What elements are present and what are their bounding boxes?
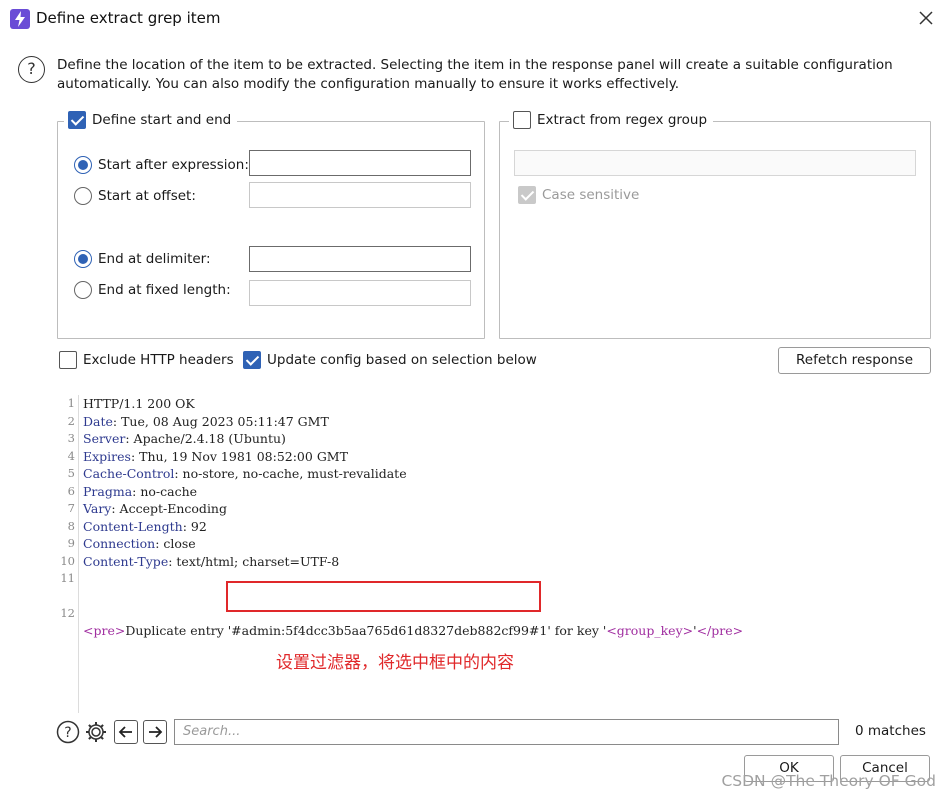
start-after-input[interactable]: [249, 150, 471, 176]
line-code: Connection: close: [83, 535, 196, 553]
refetch-response-button[interactable]: Refetch response: [778, 347, 931, 374]
header-value: : no-store, no-cache, must-revalidate: [174, 466, 407, 481]
pre-close-tag: </pre>: [696, 623, 744, 638]
header-name: Date: [83, 413, 113, 429]
header-value: : 92: [182, 518, 207, 534]
description-text: Define the location of the item to be ex…: [57, 57, 893, 92]
define-start-end-checkbox[interactable]: [68, 111, 86, 129]
line-number: 8: [67, 518, 75, 533]
end-delimiter-label: End at delimiter:: [98, 251, 211, 267]
match-count: 0 matches: [855, 723, 926, 739]
line-number: 5: [67, 466, 75, 480]
line-number: 11: [60, 571, 75, 585]
header-value: : close: [155, 536, 196, 551]
svg-text:?: ?: [64, 725, 71, 741]
case-sensitive-row: Case sensitive: [518, 186, 639, 204]
start-offset-row: Start at offset:: [74, 187, 196, 205]
burp-app-icon: [10, 9, 30, 29]
line-code: Server: Apache/2.4.18 (Ubuntu): [83, 430, 286, 448]
start-after-row: Start after expression:: [74, 156, 249, 174]
header-name: Expires: [83, 448, 131, 464]
body-text-before: Duplicate entry: [125, 623, 228, 638]
line-code: Content-Type: text/html; charset=UTF-8: [83, 553, 339, 571]
line-number: 3: [67, 431, 75, 445]
regex-input[interactable]: [514, 150, 916, 176]
line-number: 10: [60, 553, 75, 568]
header-value: : Tue, 08 Aug 2023 05:11:47 GMT: [112, 413, 329, 429]
selected-value[interactable]: '#admin:5f4dcc3b5aa765d61d8327deb882cf99…: [228, 623, 551, 638]
title-bar: Define extract grep item: [0, 0, 950, 38]
close-icon[interactable]: [916, 8, 936, 28]
regex-legend: Extract from regex group: [509, 111, 714, 129]
start-offset-label: Start at offset:: [98, 188, 196, 204]
end-delimiter-row: End at delimiter:: [74, 250, 211, 268]
header-value: : text/html; charset=UTF-8: [168, 553, 340, 569]
response-body-line: 12 <pre>Duplicate entry '#admin:5f4dcc3b…: [57, 587, 743, 639]
header-name: Content-Length: [83, 518, 183, 534]
case-sensitive-checkbox[interactable]: [518, 186, 536, 204]
line-number: 2: [67, 413, 75, 428]
arrow-right-icon[interactable]: [143, 720, 167, 744]
end-fixed-length-radio[interactable]: [74, 281, 92, 299]
line-number: 1: [67, 396, 75, 410]
regex-group-checkbox[interactable]: [513, 111, 531, 129]
end-delimiter-radio[interactable]: [74, 250, 92, 268]
line-code: Expires: Thu, 19 Nov 1981 08:52:00 GMT: [83, 448, 348, 466]
selection-highlight-box: [226, 581, 541, 612]
end-fixed-length-row: End at fixed length:: [74, 281, 231, 299]
line-number: 7: [67, 501, 75, 515]
line-code: Date: Tue, 08 Aug 2023 05:11:47 GMT: [83, 413, 329, 431]
group-key-tag: <group_key>: [606, 623, 694, 638]
update-config-row: Update config based on selection below: [243, 351, 537, 369]
help-icon[interactable]: ?: [56, 720, 80, 744]
exclude-headers-checkbox[interactable]: [59, 351, 77, 369]
header-value: : Thu, 19 Nov 1981 08:52:00 GMT: [130, 448, 348, 464]
exclude-headers-row: Exclude HTTP headers: [59, 351, 234, 369]
update-config-label: Update config based on selection below: [267, 352, 537, 368]
update-config-checkbox[interactable]: [243, 351, 261, 369]
start-end-legend: Define start and end: [64, 111, 238, 129]
body-code: <pre>Duplicate entry '#admin:5f4dcc3b5aa…: [83, 622, 743, 640]
line-number: 4: [67, 448, 75, 463]
header-value: : Apache/2.4.18 (Ubuntu): [125, 431, 286, 446]
end-delimiter-input[interactable]: [249, 246, 471, 272]
start-offset-radio[interactable]: [74, 187, 92, 205]
annotation-text: 设置过滤器，将选中框中的内容: [276, 653, 514, 673]
line-code: Vary: Accept-Encoding: [83, 500, 227, 518]
header-name: Cache-Control: [83, 466, 175, 481]
header-name: Connection: [83, 536, 156, 551]
line-code: HTTP/1.1 200 OK: [83, 395, 195, 413]
pre-open-tag: <pre>: [83, 623, 126, 638]
line-number: 12: [60, 605, 75, 620]
header-name: Pragma: [83, 483, 133, 499]
line-code: Cache-Control: no-store, no-cache, must-…: [83, 465, 407, 483]
start-after-radio[interactable]: [74, 156, 92, 174]
watermark: CSDN @The Theory OF God: [721, 772, 936, 790]
header-value: : no-cache: [132, 483, 198, 499]
header-name: Vary: [83, 501, 112, 516]
start-after-label: Start after expression:: [98, 157, 249, 173]
end-fixed-length-input[interactable]: [249, 280, 471, 306]
end-fixed-length-label: End at fixed length:: [98, 282, 231, 298]
line-code: Pragma: no-cache: [83, 483, 197, 501]
header-value: HTTP/1.1 200 OK: [83, 396, 195, 411]
help-icon[interactable]: ?: [18, 56, 45, 83]
arrow-left-icon[interactable]: [114, 720, 138, 744]
window-title: Define extract grep item: [36, 9, 221, 27]
gear-icon[interactable]: [84, 720, 108, 744]
body-text-after: for key ': [550, 623, 607, 638]
exclude-headers-label: Exclude HTTP headers: [83, 352, 234, 368]
start-offset-input[interactable]: [249, 182, 471, 208]
regex-group-label: Extract from regex group: [537, 112, 708, 128]
header-name: Server: [83, 431, 126, 446]
define-start-end-label: Define start and end: [92, 112, 232, 128]
line-number: 9: [67, 536, 75, 550]
line-code: Content-Length: 92: [83, 518, 207, 536]
header-name: Content-Type: [83, 553, 169, 569]
search-input[interactable]: Search...: [174, 719, 839, 745]
header-value: : Accept-Encoding: [111, 501, 227, 516]
case-sensitive-label: Case sensitive: [542, 187, 640, 203]
line-number: 6: [67, 483, 75, 498]
